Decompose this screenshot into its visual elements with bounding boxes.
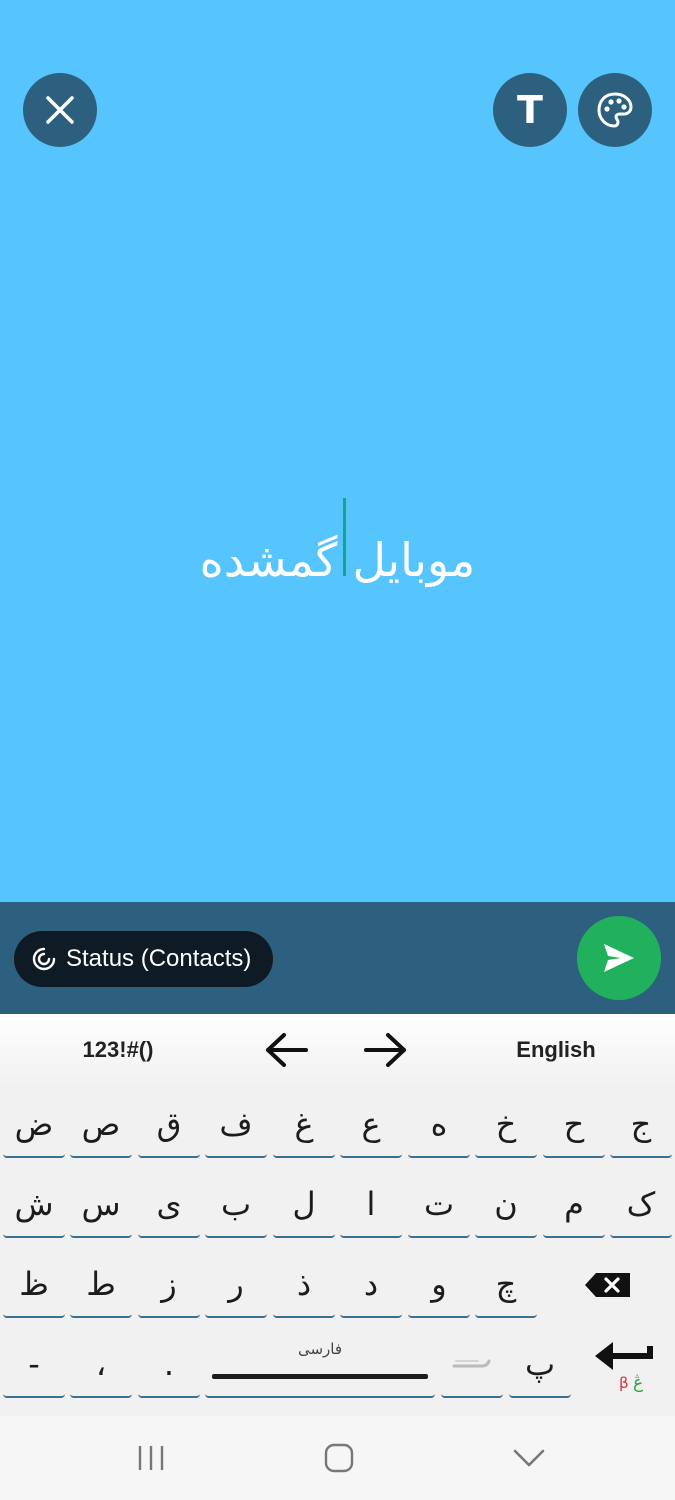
palette-icon: [597, 92, 633, 128]
svg-text:ڠ: ڠ: [633, 1373, 643, 1392]
key-row-2: ش س ی ب ل ا ت ن م ک: [0, 1172, 675, 1252]
period-key[interactable]: .: [138, 1332, 200, 1398]
send-button[interactable]: [577, 916, 661, 1000]
letter-key[interactable]: و: [408, 1252, 470, 1318]
status-text-part: گمشده: [199, 532, 338, 587]
key-row-4: - ، . فارسی پ β ڠ: [0, 1332, 675, 1412]
text-caret: [343, 497, 347, 576]
letter-key[interactable]: خ: [475, 1092, 537, 1158]
enter-icon: β ڠ: [595, 1342, 653, 1392]
letter-key[interactable]: ر: [205, 1252, 267, 1318]
backspace-icon: [585, 1273, 630, 1297]
letter-key[interactable]: ک: [610, 1172, 672, 1238]
arrow-left-icon: [266, 1033, 308, 1067]
letter-key[interactable]: ظ: [3, 1252, 65, 1318]
letter-key[interactable]: ج: [610, 1092, 672, 1158]
keyboard: 123!#() English ض ص ق ف غ ع ه خ ح ج ش س: [0, 1014, 675, 1416]
status-audience-label: Status (Contacts): [66, 945, 252, 972]
letter-key[interactable]: ط: [70, 1252, 132, 1318]
zwnj-icon: [452, 1359, 491, 1368]
letter-key[interactable]: ص: [70, 1092, 132, 1158]
letter-key[interactable]: پ: [509, 1332, 571, 1398]
color-palette-button[interactable]: [578, 73, 652, 147]
status-canvas: T موبایل گمشده: [0, 0, 675, 902]
system-nav-bar: [0, 1416, 675, 1500]
arrow-right-icon: [364, 1033, 406, 1067]
letter-key[interactable]: غ: [273, 1092, 335, 1158]
chevron-down-icon: [513, 1449, 545, 1467]
close-icon: [46, 96, 74, 124]
letter-key[interactable]: ض: [3, 1092, 65, 1158]
letter-key[interactable]: ق: [138, 1092, 200, 1158]
letter-key[interactable]: ح: [543, 1092, 605, 1158]
key-row-1: ض ص ق ف غ ع ه خ ح ج: [0, 1092, 675, 1172]
send-icon: [604, 944, 634, 972]
language-switch-key[interactable]: English: [496, 1014, 616, 1086]
space-bar-line: [212, 1374, 428, 1379]
letter-key[interactable]: ف: [205, 1092, 267, 1158]
backspace-key[interactable]: [570, 1252, 646, 1318]
letter-key[interactable]: ذ: [273, 1252, 335, 1318]
close-button[interactable]: [23, 73, 97, 147]
letter-key[interactable]: چ: [475, 1252, 537, 1318]
svg-text:β: β: [619, 1374, 629, 1392]
status-ring-icon: [32, 947, 56, 971]
letter-key[interactable]: ا: [340, 1172, 402, 1238]
key-row-3: ظ ط ز ر ذ د و چ: [0, 1252, 675, 1332]
letter-key[interactable]: ش: [3, 1172, 65, 1238]
space-key[interactable]: فارسی: [205, 1332, 435, 1398]
letter-key[interactable]: ت: [408, 1172, 470, 1238]
space-key-label: فارسی: [297, 1340, 343, 1358]
letter-key[interactable]: س: [70, 1172, 132, 1238]
enter-key[interactable]: β ڠ: [588, 1332, 660, 1398]
status-text-input[interactable]: موبایلگمشده: [200, 497, 475, 583]
status-text: موبایلگمشده: [200, 497, 475, 583]
letter-key[interactable]: ل: [273, 1172, 335, 1238]
text-t-icon: T: [517, 88, 543, 132]
status-text-part: موبایل: [352, 532, 476, 587]
recent-apps-button[interactable]: [106, 1416, 196, 1500]
keyboard-toolbar: 123!#() English: [0, 1014, 675, 1086]
letter-key[interactable]: د: [340, 1252, 402, 1318]
symbols-key[interactable]: 123!#(): [58, 1014, 178, 1086]
letter-key[interactable]: م: [543, 1172, 605, 1238]
cursor-right-button[interactable]: [356, 1014, 416, 1086]
back-button[interactable]: [484, 1416, 574, 1500]
recent-apps-icon: [138, 1446, 164, 1470]
cursor-left-button[interactable]: [256, 1014, 316, 1086]
send-bar: Status (Contacts): [0, 902, 675, 1014]
letter-key[interactable]: ی: [138, 1172, 200, 1238]
status-text-area[interactable]: موبایل گمشده: [0, 495, 675, 585]
letter-key[interactable]: ن: [475, 1172, 537, 1238]
home-icon: [324, 1443, 354, 1473]
letter-key[interactable]: ز: [138, 1252, 200, 1318]
status-audience-chip[interactable]: Status (Contacts): [14, 931, 274, 987]
dash-key[interactable]: -: [3, 1332, 65, 1398]
letter-key[interactable]: ه: [408, 1092, 470, 1158]
text-font-button[interactable]: T: [493, 73, 567, 147]
letter-key[interactable]: ب: [205, 1172, 267, 1238]
comma-key[interactable]: ،: [70, 1332, 132, 1398]
home-button[interactable]: [294, 1416, 384, 1500]
letter-key[interactable]: ع: [340, 1092, 402, 1158]
zwnj-key[interactable]: [441, 1332, 503, 1398]
